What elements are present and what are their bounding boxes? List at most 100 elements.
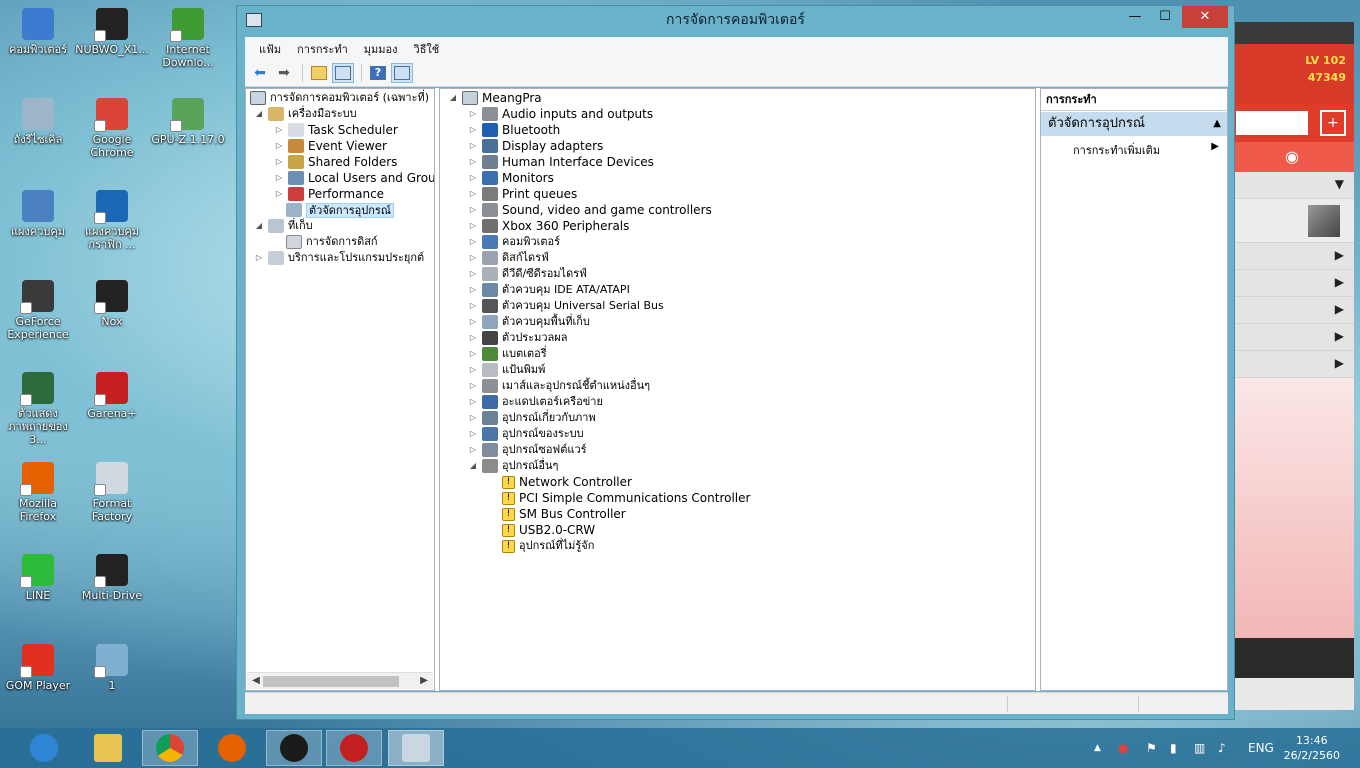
expand-arrow-icon[interactable]: ▷ [254,250,264,266]
expand-arrow-icon[interactable]: ▷ [274,154,284,170]
device-category[interactable]: ▷ Monitors [468,170,554,186]
chat-search-input[interactable] [1236,111,1308,135]
chat-group-row[interactable]: ▶ [1230,351,1354,378]
desktop-shortcut[interactable]: Mozilla Firefox [0,462,76,523]
tree-system-tools[interactable]: ◢ เครื่องมือระบบ [254,106,357,122]
close-button[interactable]: ✕ [1182,6,1228,28]
expand-arrow-icon[interactable]: ▷ [468,314,478,330]
tree-item[interactable]: ▷ Performance [274,186,384,202]
expand-arrow-icon[interactable]: ▷ [468,138,478,154]
expand-arrow-icon[interactable]: ▷ [468,330,478,346]
expand-arrow-icon[interactable]: ▷ [468,442,478,458]
expand-arrow-icon[interactable]: ▷ [468,410,478,426]
desktop-shortcut[interactable]: Multi-Drive [74,554,150,602]
unknown-device-item[interactable]: ! USB2.0-CRW [502,522,595,538]
device-category[interactable]: ▷ Bluetooth [468,122,560,138]
device-category[interactable]: ▷ ดิสก์ไดรฟ์ [468,250,549,266]
expand-arrow-icon[interactable]: ▷ [468,298,478,314]
unknown-device-item[interactable]: ! อุปกรณ์ที่ไม่รู้จัก [502,538,594,554]
up-folder-icon[interactable] [308,63,330,83]
expand-arrow-icon[interactable]: ▷ [468,394,478,410]
chat-collapse-row[interactable]: ▼ [1230,172,1354,199]
taskbar-garena[interactable] [326,730,382,766]
menu-action[interactable]: การกระทำ [289,40,356,58]
menu-view[interactable]: มุมมอง [356,40,406,58]
collapse-arrow-icon[interactable]: ◢ [448,90,458,106]
device-category[interactable]: ▷ แบตเตอรี่ [468,346,547,362]
friends-tab-icon[interactable]: ◉ [1230,142,1354,172]
expand-arrow-icon[interactable]: ▷ [468,250,478,266]
scroll-left-icon[interactable]: ◀ [249,673,263,689]
chat-contact-row[interactable] [1230,199,1354,243]
expand-arrow-icon[interactable]: ▷ [468,362,478,378]
chat-group-row[interactable]: ▶ [1230,297,1354,324]
device-category[interactable]: ▷ ตัวควบคุม Universal Serial Bus [468,298,664,314]
desktop-shortcut[interactable]: Internet Downlo... [150,8,226,69]
tree-disk-management[interactable]: การจัดการดิสก์ [286,234,378,250]
tree-item[interactable]: ▷ Local Users and Groups [274,170,434,186]
collapse-up-icon[interactable]: ▲ [1213,112,1221,136]
desktop-shortcut[interactable]: คอมพิวเตอร์ [0,8,76,56]
help-icon[interactable]: ? [367,63,389,83]
taskbar-firefox[interactable] [204,730,260,766]
minimize-button[interactable]: — [1122,6,1148,28]
device-category[interactable]: ▷ แป้นพิมพ์ [468,362,545,378]
desktop-shortcut[interactable]: ถังรีไซเคิล [0,98,76,146]
collapse-arrow-icon[interactable]: ◢ [254,106,264,122]
expand-arrow-icon[interactable]: ▷ [468,218,478,234]
desktop-shortcut[interactable]: GPU-Z.1.17.0 [150,98,226,146]
more-actions-item[interactable]: การกระทำเพิ่มเติม [1073,141,1160,159]
unknown-device-item[interactable]: ! PCI Simple Communications Controller [502,490,750,506]
maximize-button[interactable]: ☐ [1152,6,1178,28]
expand-arrow-icon[interactable]: ▷ [468,346,478,362]
device-category[interactable]: ▷ อุปกรณ์ซอฟต์แวร์ [468,442,587,458]
unknown-device-item[interactable]: ! SM Bus Controller [502,506,626,522]
chat-group-row[interactable]: ▶ [1230,243,1354,270]
device-category[interactable]: ▷ Audio inputs and outputs [468,106,653,122]
action-center-icon[interactable]: ⚑ [1146,728,1157,768]
device-category[interactable]: ▷ ตัวควบคุมพื้นที่เก็บ [468,314,590,330]
expand-arrow-icon[interactable]: ▷ [468,234,478,250]
forward-arrow-icon[interactable]: ➡ [273,63,295,83]
device-category[interactable]: ▷ คอมพิวเตอร์ [468,234,560,250]
expand-arrow-icon[interactable]: ▷ [468,202,478,218]
tree-item[interactable]: ▷ Shared Folders [274,154,397,170]
device-category[interactable]: ▷ Print queues [468,186,577,202]
taskbar-computer-management[interactable] [388,730,444,766]
garena-tray-icon[interactable]: ● [1118,728,1128,768]
expand-arrow-icon[interactable]: ▷ [468,170,478,186]
collapse-arrow-icon[interactable]: ◢ [254,218,264,234]
expand-arrow-icon[interactable]: ▷ [468,426,478,442]
device-category[interactable]: ▷ ตัวประมวลผล [468,330,567,346]
desktop-shortcut[interactable]: ตัวแสดงภาพถ่ายของ 3... [0,372,76,446]
collapse-arrow-icon[interactable]: ◢ [468,458,478,474]
expand-arrow-icon[interactable]: ▷ [468,186,478,202]
taskbar-file-explorer[interactable] [80,730,136,766]
actions-section-device-manager[interactable]: ตัวจัดการอุปกรณ์ ▲ [1041,112,1227,136]
device-category[interactable]: ▷ อุปกรณ์เกี่ยวกับภาพ [468,410,596,426]
device-category[interactable]: ▷ ตัวควบคุม IDE ATA/ATAPI [468,282,630,298]
device-category[interactable]: ▷ ดีวีดี/ซีดีรอมไดรฟ์ [468,266,587,282]
device-tree-root[interactable]: ◢ MeangPra [448,90,542,106]
desktop-shortcut[interactable]: GeForce Experience [0,280,76,341]
scroll-right-icon[interactable]: ▶ [417,673,431,689]
tree-item[interactable]: ตัวจัดการอุปกรณ์ [286,202,395,218]
device-category[interactable]: ▷ Human Interface Devices [468,154,654,170]
clock[interactable]: 13:46 26/2/2560 [1284,733,1340,763]
expand-arrow-icon[interactable]: ▷ [468,154,478,170]
device-category[interactable]: ◢ อุปกรณ์อื่นๆ [468,458,558,474]
unknown-device-item[interactable]: ! Network Controller [502,474,632,490]
back-arrow-icon[interactable]: ⬅ [249,63,271,83]
desktop-shortcut[interactable]: Format Factory [74,462,150,523]
tree-item[interactable]: ▷ Task Scheduler [274,122,398,138]
tree-storage[interactable]: ◢ ที่เก็บ [254,218,313,234]
taskbar-chrome[interactable] [142,730,198,766]
chat-group-row[interactable]: ▶ [1230,324,1354,351]
network-icon[interactable]: ▥ [1194,728,1205,768]
menu-help[interactable]: วิธีใช้ [406,40,448,58]
expand-arrow-icon[interactable]: ▷ [468,106,478,122]
desktop-shortcut[interactable]: Garena+ [74,372,150,420]
desktop-shortcut[interactable]: แผงควบคุม [0,190,76,238]
desktop-shortcut[interactable]: Nox [74,280,150,328]
language-indicator[interactable]: ENG [1248,728,1274,768]
